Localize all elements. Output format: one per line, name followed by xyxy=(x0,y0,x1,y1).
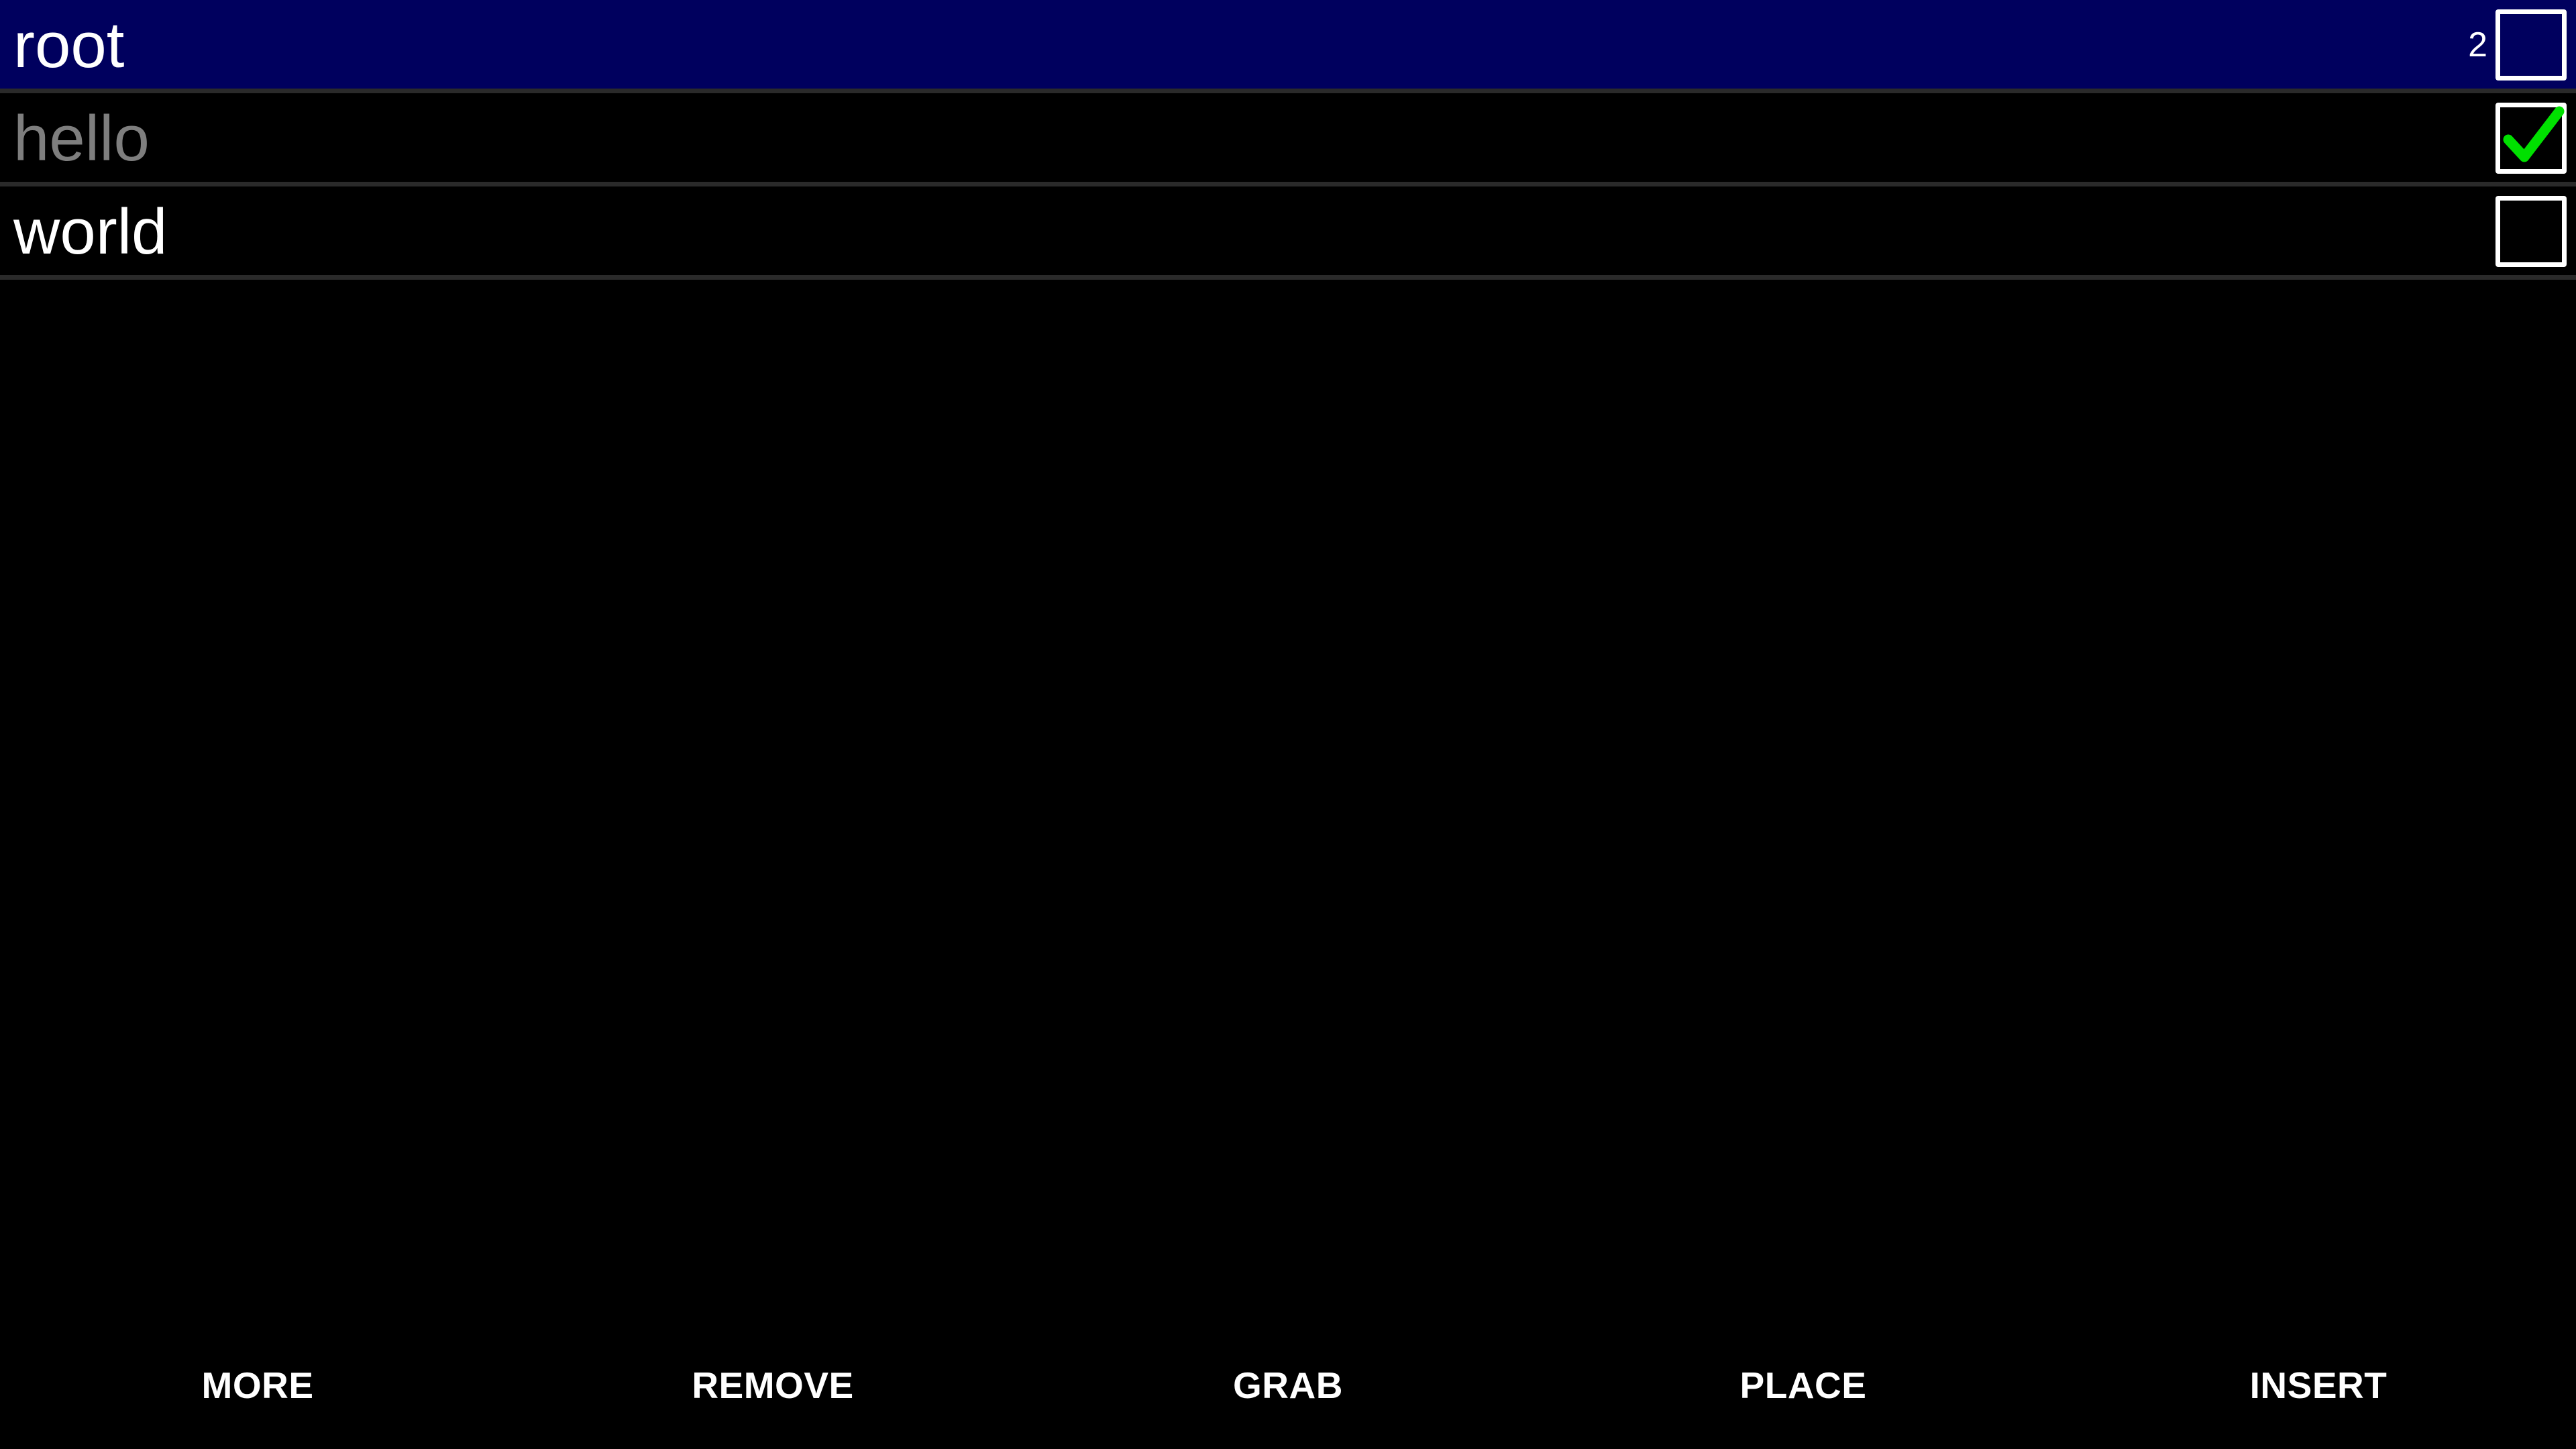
checkmark-icon xyxy=(2503,106,2565,162)
list-item-root[interactable]: root 2 xyxy=(0,0,2576,93)
remove-button[interactable]: REMOVE xyxy=(515,1335,1030,1436)
list-item-world[interactable]: world xyxy=(0,186,2576,280)
place-button[interactable]: PLACE xyxy=(1546,1335,2061,1436)
item-label: hello xyxy=(13,103,150,174)
item-checkbox[interactable] xyxy=(2496,9,2567,80)
more-button[interactable]: MORE xyxy=(0,1335,515,1436)
item-label: world xyxy=(13,196,168,268)
bottom-toolbar: MORE REMOVE GRAB PLACE INSERT xyxy=(0,1335,2576,1436)
item-checkbox[interactable] xyxy=(2496,196,2567,267)
insert-button[interactable]: INSERT xyxy=(2061,1335,2576,1436)
list-item-hello[interactable]: hello xyxy=(0,93,2576,186)
item-list: root 2 hello world xyxy=(0,0,2576,280)
app-screen: root 2 hello world MORE REMOVE GRAB PLAC… xyxy=(0,0,2576,1449)
grab-button[interactable]: GRAB xyxy=(1030,1335,1546,1436)
item-label: root xyxy=(13,9,125,81)
child-count: 2 xyxy=(2468,25,2487,64)
item-checkbox[interactable] xyxy=(2496,103,2567,174)
